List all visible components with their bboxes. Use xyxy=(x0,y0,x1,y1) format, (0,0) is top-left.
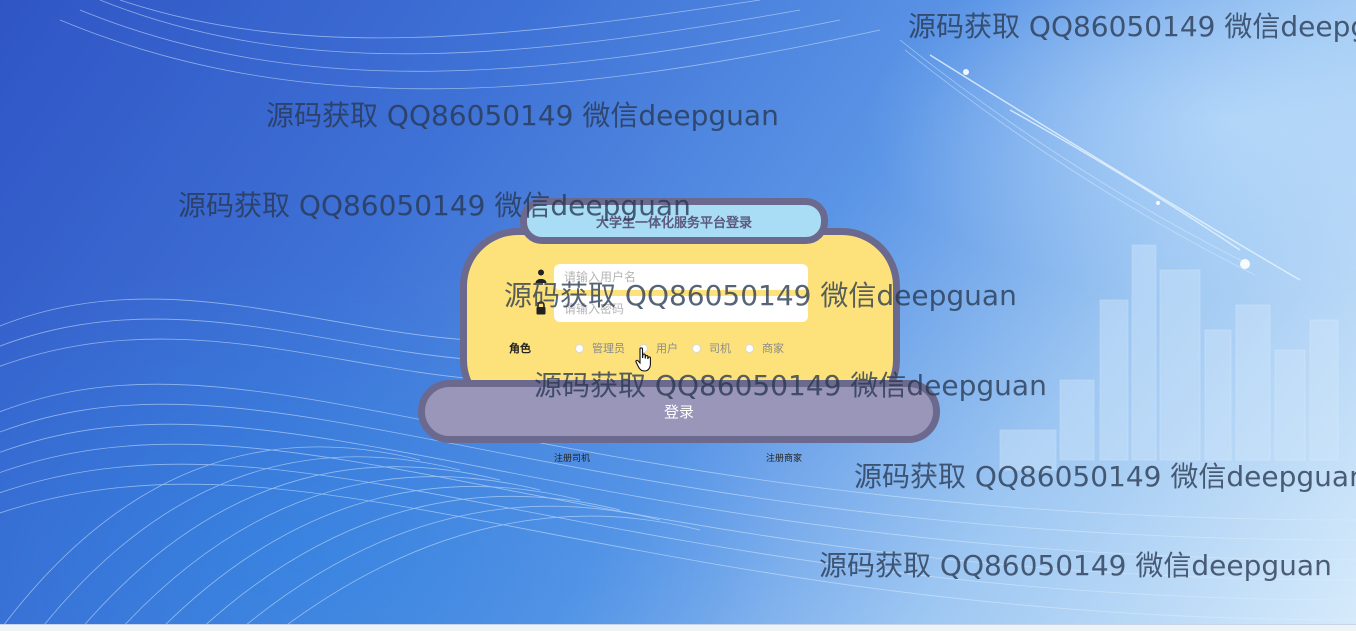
login-title: 大学生一体化服务平台登录 xyxy=(520,198,828,244)
username-row xyxy=(534,264,814,290)
role-radio-driver[interactable] xyxy=(692,343,701,353)
role-option-merchant[interactable]: 商家 xyxy=(745,340,784,356)
role-label: 角色 xyxy=(509,342,531,355)
password-row xyxy=(534,296,814,322)
role-option-admin[interactable]: 管理员 xyxy=(575,340,625,356)
user-icon xyxy=(535,269,547,283)
role-radio-admin[interactable] xyxy=(575,343,584,353)
username-input[interactable] xyxy=(554,264,808,290)
role-option-label: 商家 xyxy=(762,342,784,355)
password-input[interactable] xyxy=(554,296,808,322)
lock-icon xyxy=(536,301,546,315)
register-driver-link[interactable]: 注册司机 xyxy=(554,451,590,464)
role-option-label: 管理员 xyxy=(592,342,625,355)
role-option-driver[interactable]: 司机 xyxy=(692,340,731,356)
register-merchant-link[interactable]: 注册商家 xyxy=(766,451,802,464)
role-option-label: 用户 xyxy=(656,342,678,355)
role-selector: 角色 管理员 用户 司机 商家 xyxy=(509,340,849,356)
role-radio-merchant[interactable] xyxy=(745,343,754,353)
role-option-label: 司机 xyxy=(709,342,731,355)
login-button[interactable]: 登录 xyxy=(418,380,940,443)
hand-pointer-cursor xyxy=(635,347,651,372)
